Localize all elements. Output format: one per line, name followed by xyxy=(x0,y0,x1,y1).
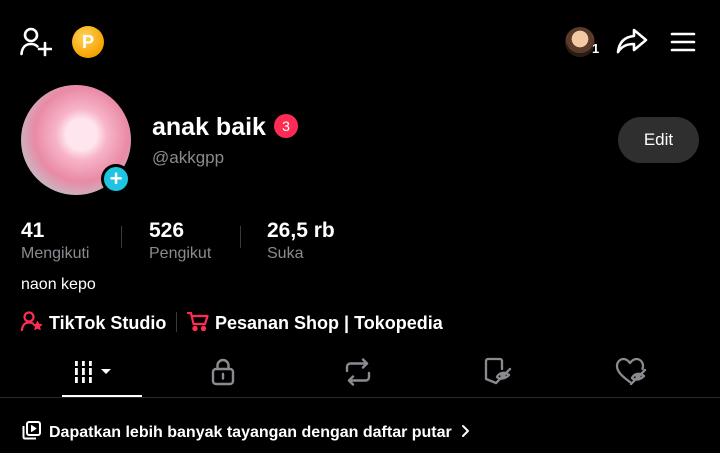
add-friend-icon[interactable] xyxy=(20,27,52,57)
bio: naon kepo xyxy=(21,276,96,293)
add-story-icon[interactable]: + xyxy=(101,164,131,194)
playlist-banner-text: Dapatkan lebih banyak tayangan dengan da… xyxy=(49,424,452,441)
notification-badge[interactable]: 3 xyxy=(274,114,298,138)
chevron-down-icon xyxy=(101,369,111,374)
following-count: 41 xyxy=(21,219,45,242)
likes-count: 26,5 rb xyxy=(267,219,335,242)
tab-liked[interactable] xyxy=(615,357,647,387)
playlist-banner[interactable]: Dapatkan lebih banyak tayangan dengan da… xyxy=(22,421,470,445)
edit-profile-button[interactable]: Edit xyxy=(618,117,699,163)
videos-grid-icon xyxy=(75,361,92,383)
stat-followers[interactable]: 526 Pengikut xyxy=(149,219,211,263)
stat-divider xyxy=(121,226,122,248)
favorites-icon xyxy=(484,357,512,385)
tabs-divider xyxy=(0,397,720,398)
menu-icon[interactable] xyxy=(670,31,696,53)
stat-likes[interactable]: 26,5 rb Suka xyxy=(267,219,335,263)
studio-icon xyxy=(20,311,43,336)
followers-count: 526 xyxy=(149,219,185,242)
studio-label: TikTok Studio xyxy=(49,313,167,333)
tab-reposts[interactable] xyxy=(343,358,373,386)
shop-label: Pesanan Shop | Tokopedia xyxy=(215,313,443,333)
friend-count: 1 xyxy=(592,41,600,56)
playlist-icon xyxy=(22,421,41,445)
coin-icon[interactable]: P xyxy=(72,26,104,58)
friend-avatar[interactable] xyxy=(565,27,595,57)
followers-label: Pengikut xyxy=(149,245,212,262)
coin-letter: P xyxy=(81,31,94,52)
link-divider xyxy=(176,312,177,332)
chevron-right-icon xyxy=(460,424,470,443)
tiktok-studio-link[interactable]: TikTok Studio xyxy=(20,311,167,336)
share-icon[interactable] xyxy=(616,27,648,55)
username: @akkgpp xyxy=(152,148,225,167)
tab-videos[interactable] xyxy=(74,359,114,385)
tab-private[interactable] xyxy=(210,358,236,386)
cart-icon xyxy=(186,311,209,336)
repost-icon xyxy=(345,358,371,386)
display-name: anak baik xyxy=(152,113,266,141)
stat-divider xyxy=(240,226,241,248)
tab-favorites[interactable] xyxy=(482,357,512,387)
lock-icon xyxy=(211,358,235,386)
following-label: Mengikuti xyxy=(21,245,90,262)
shop-orders-link[interactable]: Pesanan Shop | Tokopedia xyxy=(186,311,443,336)
likes-label: Suka xyxy=(267,245,304,262)
liked-icon xyxy=(615,357,647,386)
stat-following[interactable]: 41 Mengikuti xyxy=(21,219,89,263)
